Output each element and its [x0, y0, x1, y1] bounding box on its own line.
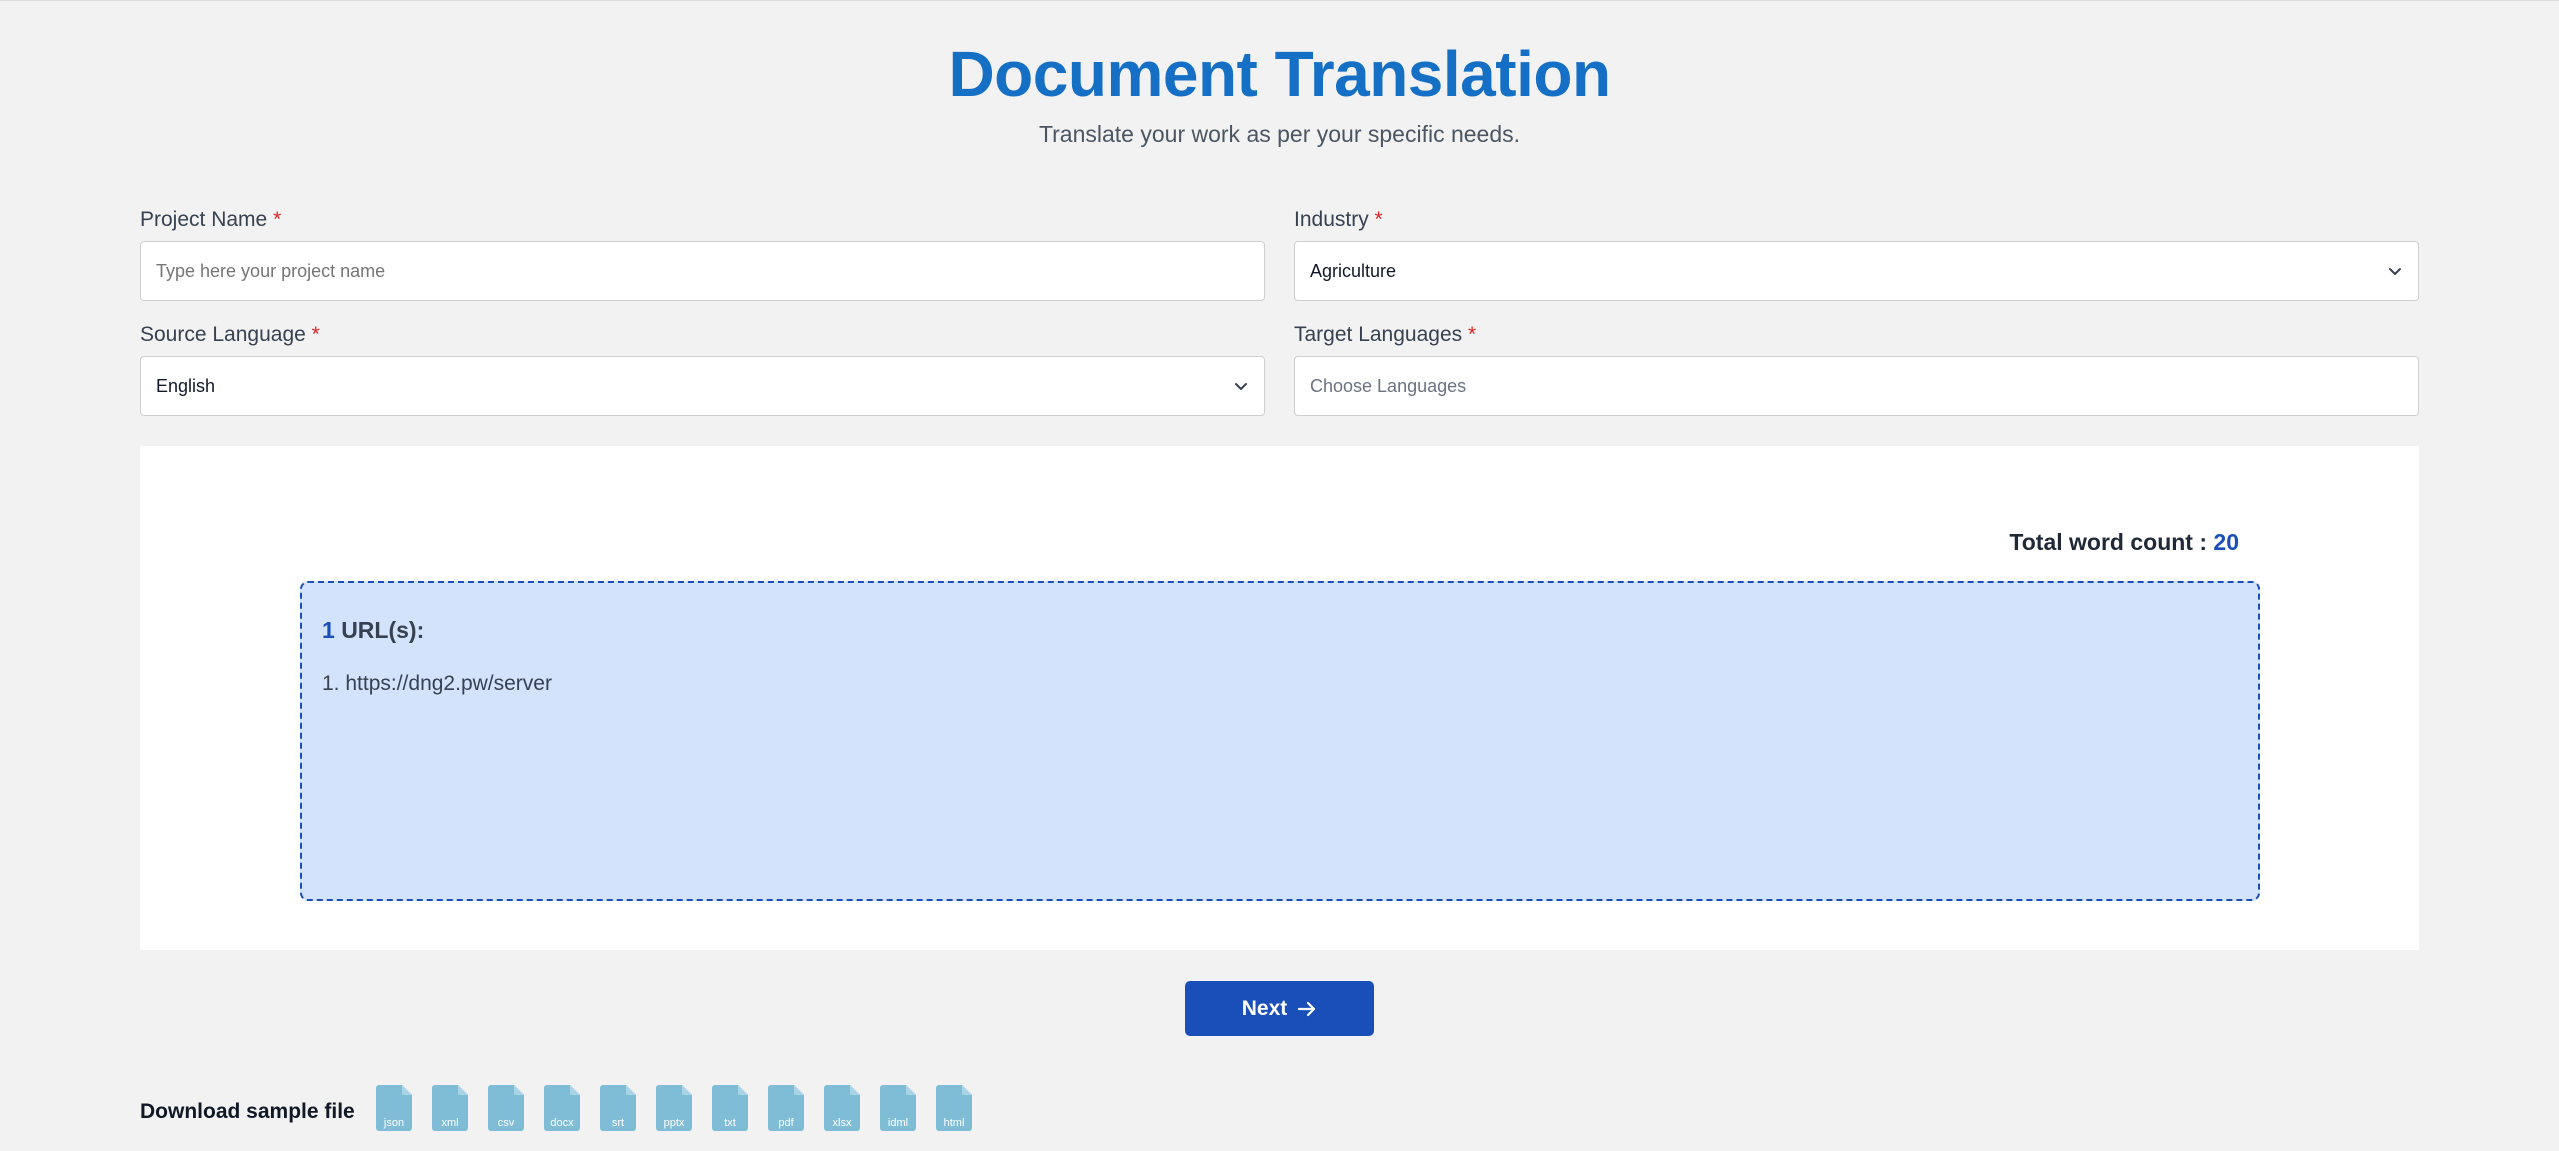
chevron-down-icon [2389, 268, 2401, 275]
pdf-file-icon[interactable]: pdf [768, 1085, 804, 1131]
upload-panel: Total word count : 20 1 URL(s): 1. https… [140, 446, 2419, 950]
industry-select[interactable]: Agriculture [1294, 241, 2419, 301]
word-count-value: 20 [2213, 529, 2239, 555]
required-mark: * [1374, 208, 1383, 231]
target-languages-label: Target Languages * [1294, 323, 1477, 346]
txt-file-icon[interactable]: txt [712, 1085, 748, 1131]
page-subtitle: Translate your work as per your specific… [1038, 121, 1521, 147]
url-drop-zone[interactable]: 1 URL(s): 1. https://dng2.pw/server [300, 581, 2260, 901]
project-name-input[interactable] [140, 241, 1265, 301]
chevron-down-icon [1235, 383, 1247, 390]
idml-file-icon[interactable]: idml [880, 1085, 916, 1131]
required-mark: * [1467, 323, 1477, 346]
required-mark: * [311, 323, 320, 346]
total-word-count: Total word count : 20 [2009, 529, 2239, 555]
json-file-icon[interactable]: json [376, 1085, 412, 1131]
page-title: Document Translation [948, 38, 1611, 110]
csv-file-icon[interactable]: csv [488, 1085, 524, 1131]
next-button[interactable]: Next [1185, 981, 1374, 1036]
industry-selected-value: Agriculture [1310, 260, 1397, 281]
url-list-heading: 1 URL(s): [322, 617, 425, 643]
url-list-item: 1. https://dng2.pw/server [322, 672, 552, 695]
xml-file-icon[interactable]: xml [432, 1085, 468, 1131]
industry-label: Industry * [1294, 208, 1383, 231]
required-mark: * [273, 208, 282, 231]
source-language-label: Source Language * [140, 323, 320, 346]
next-button-label: Next [1241, 996, 1288, 1020]
xlsx-file-icon[interactable]: xlsx [824, 1085, 860, 1131]
docx-file-icon[interactable]: docx [544, 1085, 580, 1131]
page: Document Translation Translate your work… [0, 0, 2559, 1151]
sample-file-list: json xml csv docx srt pptx txt pdf xlsx … [376, 1085, 972, 1131]
project-name-label: Project Name * [140, 208, 282, 231]
url-count: 1 [322, 617, 335, 643]
arrow-right-icon [1298, 1001, 1316, 1016]
srt-file-icon[interactable]: srt [600, 1085, 636, 1131]
download-sample-label: Download sample file [140, 1100, 355, 1123]
source-language-selected-value: English [156, 375, 216, 396]
source-language-select[interactable]: English [140, 356, 1265, 416]
target-languages-placeholder: Choose Languages [1310, 375, 1467, 396]
page-header: Document Translation Translate your work… [0, 37, 2559, 149]
pptx-file-icon[interactable]: pptx [656, 1085, 692, 1131]
html-file-icon[interactable]: html [936, 1085, 972, 1131]
target-languages-multiselect[interactable]: Choose Languages [1294, 356, 2419, 416]
